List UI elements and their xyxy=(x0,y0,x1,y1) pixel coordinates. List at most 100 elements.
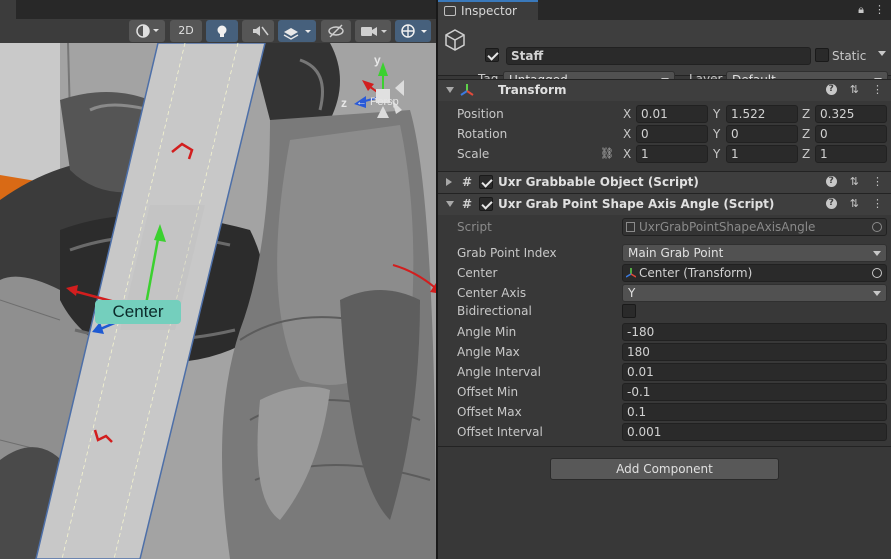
grab-point-index-dropdown[interactable]: Main Grab Point xyxy=(622,244,887,262)
draw-mode-button[interactable] xyxy=(129,20,165,42)
gameobject-cube-icon xyxy=(445,29,465,51)
shape-axis-header[interactable]: # Uxr Grab Point Shape Axis Angle (Scrip… xyxy=(438,193,891,215)
gameobject-active-checkbox[interactable] xyxy=(485,48,499,62)
object-picker-icon[interactable] xyxy=(872,268,882,278)
lighting-toggle-icon[interactable] xyxy=(206,20,238,42)
camera-settings-icon[interactable] xyxy=(355,20,391,42)
scene-canvas[interactable]: y z xyxy=(0,43,436,559)
scale-label[interactable]: Scale xyxy=(457,147,489,161)
center-axis-label: Center Axis xyxy=(457,286,527,300)
offset-min-label: Offset Min xyxy=(457,385,519,399)
presets-icon[interactable]: ⇅ xyxy=(850,83,859,96)
bidirectional-label: Bidirectional xyxy=(457,304,532,318)
grab-point-index-value: Main Grab Point xyxy=(628,246,724,260)
position-y-label[interactable]: Y xyxy=(713,107,720,121)
rotation-y-label[interactable]: Y xyxy=(713,127,720,141)
help-icon[interactable]: ? xyxy=(825,198,837,209)
angle-min-label: Angle Min xyxy=(457,325,517,339)
static-label: Static xyxy=(832,49,867,63)
transform-foldout-icon[interactable] xyxy=(446,87,454,93)
static-checkbox[interactable] xyxy=(815,48,829,62)
script-label: Script xyxy=(457,220,492,234)
rotation-x-field[interactable]: 0 xyxy=(636,125,708,143)
scale-y-label[interactable]: Y xyxy=(713,147,720,161)
shape-axis-title: Uxr Grab Point Shape Axis Angle (Script) xyxy=(498,197,775,211)
scale-z-label[interactable]: Z xyxy=(802,147,810,161)
add-component-button[interactable]: Add Component xyxy=(550,458,779,480)
effects-toggle-icon[interactable] xyxy=(278,20,316,42)
position-z-label[interactable]: Z xyxy=(802,107,810,121)
shape-axis-body: Script UxrGrabPointShapeAxisAngle Grab P… xyxy=(438,215,891,447)
audio-toggle-icon[interactable] xyxy=(242,20,274,42)
center-value: Center (Transform) xyxy=(639,266,753,280)
rotation-z-field[interactable]: 0 xyxy=(815,125,887,143)
scene-toolbar: 2D xyxy=(0,0,436,43)
script-hash-icon: # xyxy=(461,197,473,211)
kebab-menu-icon[interactable]: ⋮ xyxy=(874,3,885,17)
static-dropdown-icon[interactable] xyxy=(878,51,886,56)
script-hash-icon: # xyxy=(461,175,473,189)
position-z-field[interactable]: 0.325 xyxy=(815,105,887,123)
help-icon[interactable]: ? xyxy=(825,84,837,95)
center-handle-label[interactable]: Center xyxy=(95,300,181,324)
presets-icon[interactable]: ⇅ xyxy=(850,175,859,188)
position-y-field[interactable]: 1.522 xyxy=(726,105,798,123)
scale-y-field[interactable]: 1 xyxy=(726,145,798,163)
grabbable-foldout-icon[interactable] xyxy=(446,178,452,186)
help-icon[interactable]: ? xyxy=(825,176,837,187)
angle-max-field[interactable]: 180 xyxy=(622,343,887,361)
bidirectional-checkbox[interactable] xyxy=(622,304,636,318)
context-menu-icon[interactable]: ⋮ xyxy=(872,83,883,96)
center-field[interactable]: Center (Transform) xyxy=(622,264,887,282)
center-label: Center xyxy=(457,266,498,280)
transform-icon xyxy=(626,268,636,278)
offset-min-field[interactable]: -0.1 xyxy=(622,383,887,401)
scene-visibility-icon[interactable] xyxy=(321,20,351,42)
scale-z-field[interactable]: 1 xyxy=(815,145,887,163)
angle-max-label: Angle Max xyxy=(457,345,520,359)
grabbable-object-header[interactable]: # Uxr Grabbable Object (Script) ? ⇅ ⋮ xyxy=(438,171,891,193)
context-menu-icon[interactable]: ⋮ xyxy=(872,197,883,210)
scale-x-field[interactable]: 1 xyxy=(636,145,708,163)
offset-interval-field[interactable]: 0.001 xyxy=(622,423,887,441)
inspector-panel: Inspector 🔒︎ ⋮ Staff Static Tag Untagged… xyxy=(438,0,891,559)
rotation-z-label[interactable]: Z xyxy=(802,127,810,141)
shape-axis-enabled-checkbox[interactable] xyxy=(479,197,493,211)
scene-tabstrip xyxy=(0,0,436,19)
tab-inspector[interactable]: Inspector xyxy=(438,0,538,20)
constrain-proportions-icon[interactable]: ⛓ xyxy=(600,147,614,160)
grabbable-enabled-checkbox[interactable] xyxy=(479,175,493,189)
scale-x-label[interactable]: X xyxy=(623,147,631,161)
script-file-icon xyxy=(626,222,635,232)
script-value: UxrGrabPointShapeAxisAngle xyxy=(639,220,816,234)
gizmos-toggle-icon[interactable] xyxy=(395,20,431,42)
angle-min-field[interactable]: -180 xyxy=(622,323,887,341)
offset-max-label: Offset Max xyxy=(457,405,522,419)
rotation-x-label[interactable]: X xyxy=(623,127,631,141)
context-menu-icon[interactable]: ⋮ xyxy=(872,175,883,188)
shape-axis-foldout-icon[interactable] xyxy=(446,201,454,207)
grabbable-tools: ? ⇅ ⋮ xyxy=(825,175,883,188)
mode-2d-button[interactable]: 2D xyxy=(170,20,202,42)
tab-tools: 🔒︎ ⋮ xyxy=(858,3,885,17)
lock-icon[interactable]: 🔒︎ xyxy=(858,3,864,17)
gameobject-header: Staff Static Tag Untagged Layer Default xyxy=(438,20,891,89)
transform-header[interactable]: Transform ? ⇅ ⋮ xyxy=(438,79,891,101)
position-x-label[interactable]: X xyxy=(623,107,631,121)
rotation-y-field[interactable]: 0 xyxy=(726,125,798,143)
scene-view[interactable]: 2D y z ← Persp Center xyxy=(0,0,436,559)
tab-inspector-label: Inspector xyxy=(461,4,517,18)
position-x-field[interactable]: 0.01 xyxy=(636,105,708,123)
offset-interval-label: Offset Interval xyxy=(457,425,543,439)
presets-icon[interactable]: ⇅ xyxy=(850,197,859,210)
gizmo-y-label: y xyxy=(374,53,381,67)
center-axis-dropdown[interactable]: Y xyxy=(622,284,887,302)
offset-max-field[interactable]: 0.1 xyxy=(622,403,887,421)
position-label[interactable]: Position xyxy=(457,107,504,121)
gameobject-name-field[interactable]: Staff xyxy=(506,47,811,65)
view-persp-label[interactable]: ← Persp xyxy=(356,96,399,108)
shape-axis-tools: ? ⇅ ⋮ xyxy=(825,197,883,210)
angle-interval-field[interactable]: 0.01 xyxy=(622,363,887,381)
rotation-label[interactable]: Rotation xyxy=(457,127,507,141)
transform-body: Position Rotation Scale ⛓ X 0.01 Y 1.522… xyxy=(438,101,891,167)
